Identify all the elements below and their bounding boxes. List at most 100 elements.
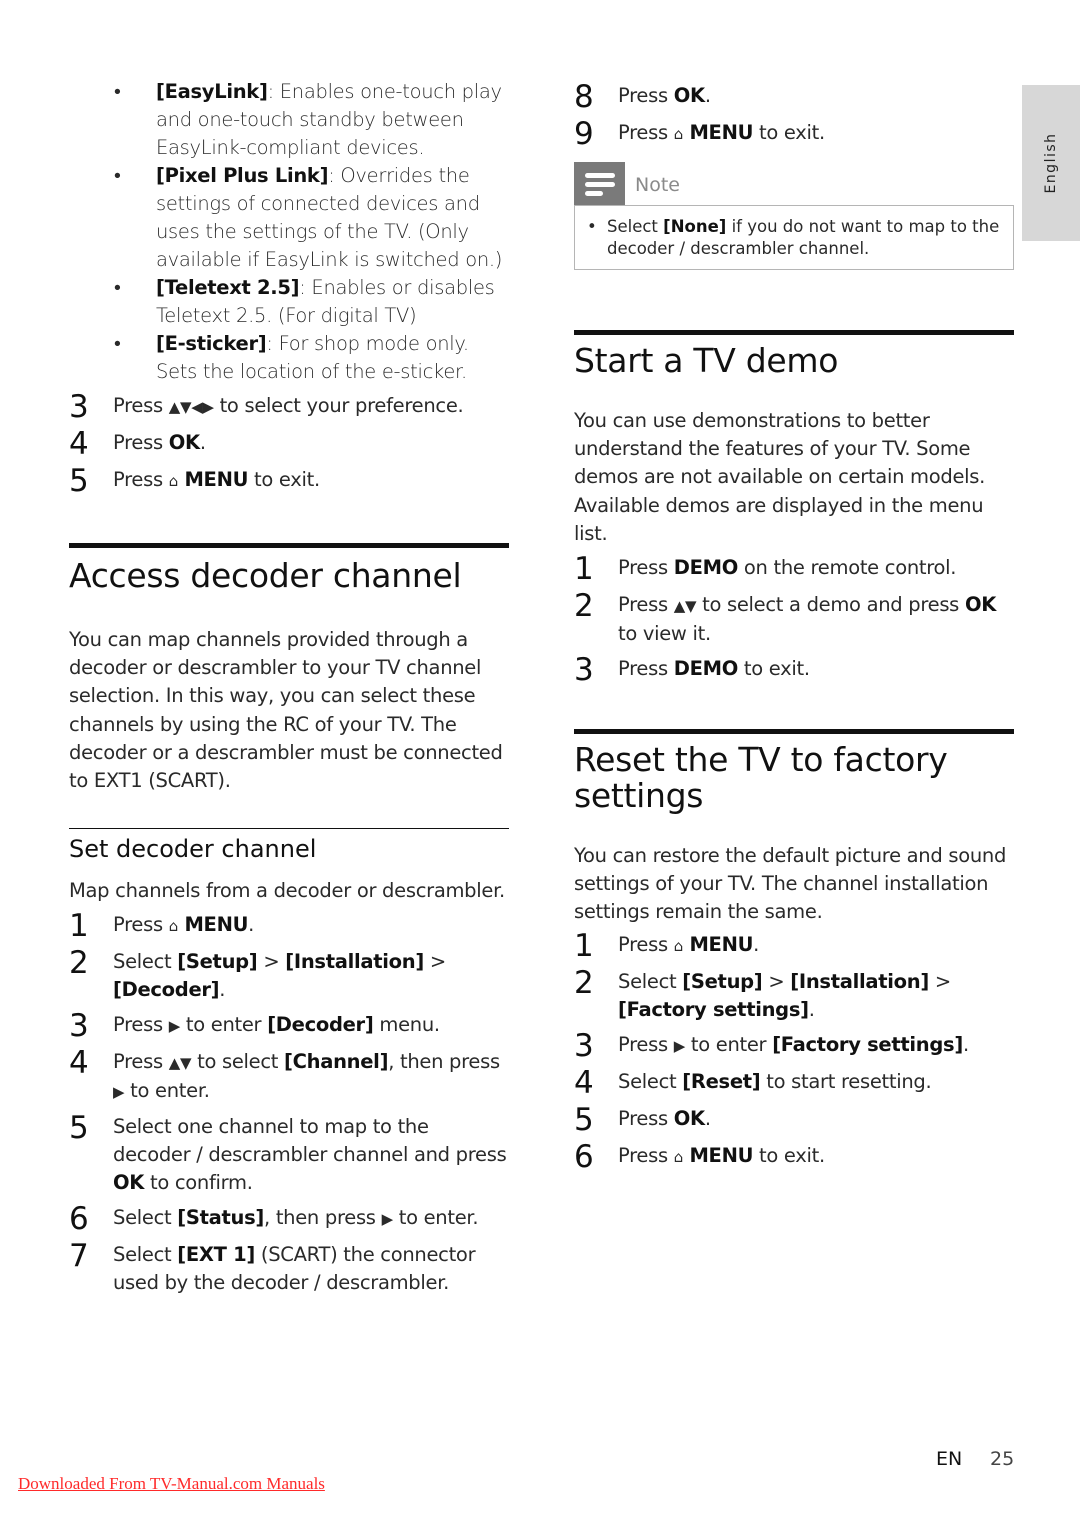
step-text: Press: [618, 657, 674, 681]
step-item: 2 Press ▲▼ to select a demo and press OK …: [574, 591, 1014, 648]
step-content: Press OK.: [113, 429, 509, 459]
emphasis-text: MENU: [682, 121, 754, 144]
step-text: to start resetting.: [760, 1069, 932, 1093]
emphasis-text: [Pixel Plus Link]: [156, 164, 329, 187]
language-tab-label: English: [1043, 132, 1059, 194]
step-item: 4 Select [Reset] to start resetting.: [574, 1064, 1014, 1101]
step-text: >: [257, 950, 286, 974]
emphasis-text: MENU: [682, 932, 754, 956]
steps-list-top: 3 Press ▲▼◀▶ to select your preference. 4 P…: [69, 389, 509, 499]
step-text: Press: [113, 913, 169, 937]
step-content: Press ⌂ MENU to exit.: [113, 466, 509, 496]
step-item: 5 Select one channel to map to the decode…: [69, 1113, 509, 1197]
option-bullet: • [Teletext 2.5]: Enables or disables Tel…: [69, 274, 509, 330]
emphasis-text: [Installation]: [285, 950, 424, 974]
section-rule: [574, 729, 1014, 735]
note-label: Note: [635, 174, 680, 196]
step-text: Press: [618, 121, 674, 144]
step-content: Select [EXT 1] (SCART) the connector use…: [113, 1241, 509, 1297]
emphasis-text: OK: [964, 593, 997, 617]
step-number: 3: [69, 389, 89, 425]
step-content: Press ⌂ MENU.: [113, 911, 509, 941]
step-text: >: [928, 969, 951, 993]
step-content: Press ⌂ MENU to exit.: [618, 119, 1014, 149]
step-text: Press: [618, 556, 674, 580]
navigation-arrows-icon: ▲▼◀▶: [168, 398, 214, 416]
subsection-title-set-decoder: Set decoder channel: [69, 835, 317, 864]
step-content: Press OK.: [618, 82, 1014, 112]
step-text: .: [704, 84, 711, 107]
step-text: to exit.: [738, 657, 810, 681]
emphasis-text: OK: [113, 1171, 145, 1195]
section-title-tv-demo: Start a TV demo: [574, 341, 839, 380]
step-number: 5: [574, 1101, 594, 1138]
right-column: 8 Press OK. 9 Press ⌂ MENU to exit. Note • S…: [574, 82, 1014, 1179]
step-text: menu.: [373, 1013, 440, 1037]
step-item: 4 Press OK.: [69, 429, 509, 460]
step-number: 2: [69, 945, 89, 982]
step-content: Press ▶ to enter [Factory settings].: [618, 1031, 1014, 1061]
arrow-right-icon: ▶: [168, 1017, 181, 1036]
step-text: to exit.: [248, 468, 320, 491]
step-content: Select [Setup] > [Installation] > [Decod…: [113, 948, 509, 1004]
emphasis-text: [Installation]: [790, 969, 929, 993]
step-number: 4: [69, 1045, 89, 1082]
section-title-factory-reset: Reset the TV to factory settings: [574, 740, 948, 816]
step-number: 1: [574, 551, 594, 588]
section-rule: [69, 543, 509, 548]
emphasis-text: MENU: [177, 468, 249, 491]
bullet-icon: •: [114, 276, 121, 299]
step-text: Select one channel to map to the decoder…: [113, 1115, 507, 1167]
step-content: Press DEMO to exit.: [618, 655, 1014, 685]
emphasis-text: [E-sticker]: [156, 332, 267, 355]
emphasis-text: MENU: [177, 913, 249, 937]
step-number: 3: [574, 1027, 594, 1064]
step-text: to enter: [684, 1032, 773, 1056]
step-item: 3 Press DEMO to exit.: [574, 655, 1014, 686]
bullet-text: [Pixel Plus Link]: Overrides the setting…: [156, 162, 509, 274]
bullet-text: [Teletext 2.5]: Enables or disables Tele…: [156, 274, 509, 330]
emphasis-text: [Status]: [177, 1206, 265, 1230]
step-text: to select your preference.: [213, 394, 464, 417]
step-number: 6: [69, 1201, 89, 1238]
emphasis-text: [Factory settings]: [772, 1032, 963, 1056]
emphasis-text: [Factory settings]: [618, 997, 809, 1021]
arrow-up-down-icon: ▲▼: [168, 1054, 192, 1073]
footer-language: EN: [936, 1448, 963, 1470]
step-content: Select [Status], then press ▶ to enter.: [113, 1204, 509, 1234]
note-icon: [574, 162, 625, 205]
step-text: Select: [113, 1243, 178, 1267]
decoder-steps-list: 1 Press ⌂ MENU. 2 Select [Setup] > [Install…: [69, 911, 509, 1297]
step-item: 2 Select [Setup] > [Installation] > [Fact…: [574, 967, 1014, 1024]
step-number: 4: [574, 1064, 594, 1101]
demo-intro: You can use demonstrations to better und…: [574, 409, 986, 545]
step-number: 5: [69, 463, 89, 499]
emphasis-text: MENU: [682, 1143, 754, 1167]
step-item: 6 Press ⌂ MENU to exit.: [574, 1141, 1014, 1172]
step-text: Select: [618, 969, 683, 993]
download-source-link[interactable]: Downloaded From TV-Manual.com Manuals: [18, 1474, 325, 1494]
arrow-right-icon: ▶: [673, 1036, 686, 1055]
emphasis-text: [Decoder]: [267, 1013, 374, 1037]
step-text: Press: [113, 1050, 169, 1074]
emphasis-text: [EasyLink]: [156, 80, 268, 103]
step-content: Press OK.: [618, 1105, 1014, 1135]
emphasis-text: OK: [168, 431, 200, 454]
arrow-right-icon: ▶: [381, 1210, 394, 1229]
step-text: .: [808, 997, 815, 1021]
bullet-text: [EasyLink]: Enables one-touch play and o…: [156, 78, 509, 162]
step-text: Press: [113, 468, 169, 491]
arrow-right-icon: ▶: [113, 1083, 125, 1102]
step-number: 1: [69, 908, 89, 945]
emphasis-text: [Teletext 2.5]: [156, 276, 300, 299]
step-content: Select [Setup] > [Installation] > [Facto…: [618, 968, 1014, 1024]
step-text: , then press: [388, 1050, 500, 1074]
step-text: >: [423, 950, 446, 974]
option-bullet: • [EasyLink]: Enables one-touch play and …: [69, 78, 509, 162]
page-number: 25: [990, 1448, 1015, 1470]
step-text: to view it.: [618, 622, 711, 646]
subsection-rule: [69, 828, 509, 830]
step-number: 2: [574, 588, 594, 625]
emphasis-text: OK: [673, 1106, 705, 1130]
step-text: , then press: [264, 1206, 382, 1230]
